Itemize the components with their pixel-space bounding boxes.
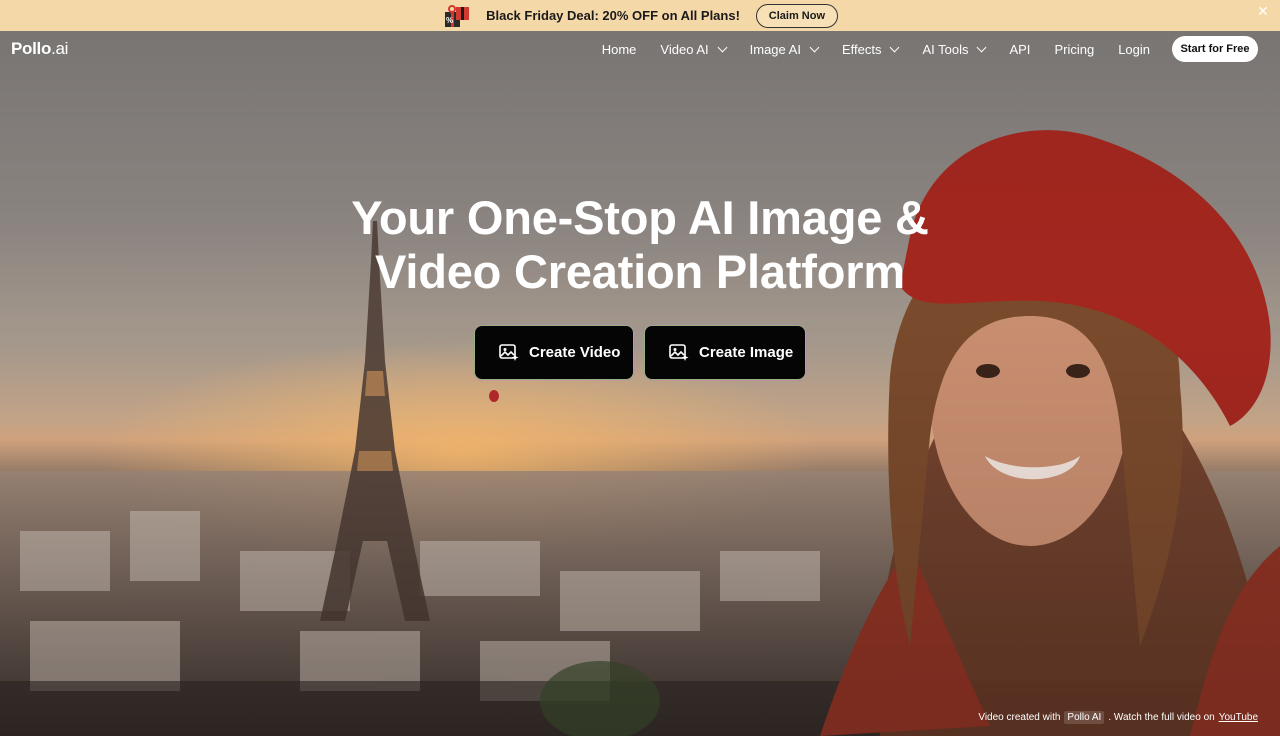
nav-item-effects[interactable]: Effects xyxy=(841,41,900,57)
create-image-label: Create Image xyxy=(699,344,794,361)
nav-item-label: AI Tools xyxy=(922,41,969,57)
hero-section: Pollo.ai Home Video AI Image AI Effects … xyxy=(0,31,1280,736)
nav-item-label: Effects xyxy=(841,41,882,57)
nav-item-label: Image AI xyxy=(749,41,801,57)
nav-item-label: API xyxy=(1009,41,1031,57)
chevron-down-icon xyxy=(809,42,820,52)
nav-item-ai-tools[interactable]: AI Tools xyxy=(922,41,987,57)
nav-item-label: Home xyxy=(601,41,637,57)
close-icon[interactable]: ✕ xyxy=(1256,4,1270,18)
logo-suffix: .ai xyxy=(51,39,69,58)
nav-menu: Home Video AI Image AI Effects AI Tools … xyxy=(578,34,1258,64)
start-for-free-button[interactable]: Start for Free xyxy=(1172,36,1258,62)
create-image-button[interactable]: Create Image xyxy=(644,325,806,380)
credit-tool-badge: Pollo AI xyxy=(1064,711,1105,724)
credit-prefix: Video created with xyxy=(978,712,1061,723)
credit-middle: . Watch the full video on xyxy=(1108,712,1215,723)
chevron-down-icon xyxy=(890,42,900,52)
gift-box-icon: % xyxy=(445,4,470,27)
image-sparkle-icon xyxy=(499,343,519,361)
headline-line-2: Video Creation Platform xyxy=(375,245,905,298)
claim-now-button[interactable]: Claim Now xyxy=(755,3,838,28)
nav-item-label: Pricing xyxy=(1054,41,1095,57)
pollo-logo[interactable]: Pollo.ai xyxy=(11,39,68,59)
video-credit: Video created with Pollo AI . Watch the … xyxy=(978,711,1258,724)
hero-headline: Your One-Stop AI Image & Video Creation … xyxy=(300,191,980,299)
nav-item-video-ai[interactable]: Video AI xyxy=(660,41,728,57)
hero-overlay xyxy=(0,31,1280,736)
logo-text: Pollo xyxy=(11,39,52,58)
image-sparkle-icon xyxy=(669,343,689,361)
nav-item-label: Video AI xyxy=(660,41,709,57)
promo-text: Black Friday Deal: 20% OFF on All Plans! xyxy=(486,8,740,23)
nav-item-home[interactable]: Home xyxy=(602,42,637,57)
nav-item-image-ai[interactable]: Image AI xyxy=(749,41,820,57)
svg-text:%: % xyxy=(446,16,453,25)
cta-row: Create Video Create Image xyxy=(474,325,806,380)
create-video-label: Create Video xyxy=(529,344,621,361)
youtube-link[interactable]: YouTube xyxy=(1219,712,1258,723)
nav-item-api[interactable]: API xyxy=(1009,42,1030,57)
nav-item-login[interactable]: Login xyxy=(1118,42,1150,57)
top-navigation: Pollo.ai Home Video AI Image AI Effects … xyxy=(0,31,1280,67)
nav-item-label: Login xyxy=(1118,41,1150,57)
chevron-down-icon xyxy=(977,42,987,52)
nav-item-pricing[interactable]: Pricing xyxy=(1054,42,1094,57)
chevron-down-icon xyxy=(717,42,728,52)
promo-banner: % Black Friday Deal: 20% OFF on All Plan… xyxy=(0,0,1280,31)
headline-line-1: Your One-Stop AI Image & xyxy=(351,191,929,244)
create-video-button[interactable]: Create Video xyxy=(474,325,634,380)
